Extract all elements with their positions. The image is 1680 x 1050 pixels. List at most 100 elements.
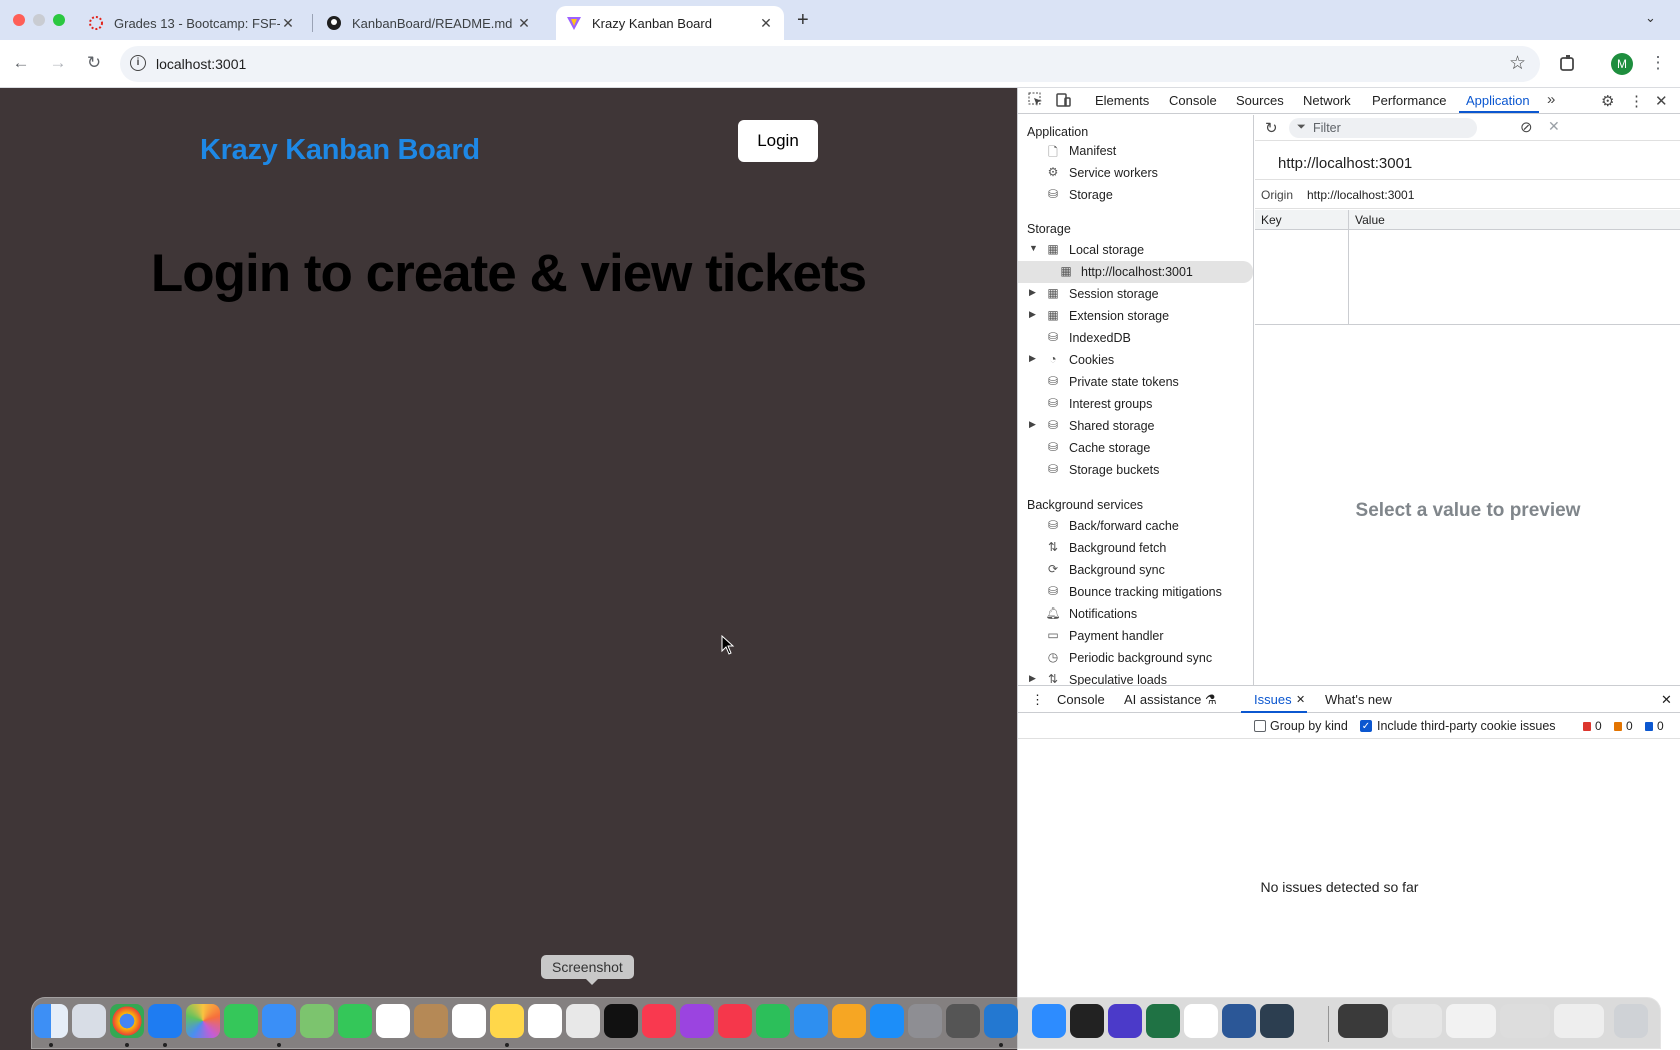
sidebar-item-speculative-loads[interactable]: ▶ ⇅ Speculative loads: [1018, 669, 1253, 685]
collapsed-arrow-icon[interactable]: ▶: [1029, 309, 1036, 320]
browser-tab-kanban[interactable]: Krazy Kanban Board ✕: [556, 6, 784, 40]
sidebar-item-background-fetch[interactable]: ⇅ Background fetch: [1018, 537, 1253, 559]
inspect-element-icon[interactable]: [1028, 92, 1043, 111]
delete-selected-icon[interactable]: ✕: [1548, 118, 1560, 135]
site-info-icon[interactable]: i: [130, 55, 146, 71]
info-count[interactable]: 0: [1645, 719, 1664, 733]
include-third-party-checkbox[interactable]: ✓: [1360, 720, 1372, 732]
tab-performance[interactable]: Performance: [1372, 93, 1446, 108]
close-devtools-icon[interactable]: ✕: [1655, 92, 1668, 110]
sidebar-item-service-workers[interactable]: ⚙ Service workers: [1018, 162, 1253, 184]
vscode-icon[interactable]: [984, 1004, 1018, 1038]
apple-tv-icon[interactable]: [604, 1004, 638, 1038]
obs-icon[interactable]: [1108, 1004, 1142, 1038]
clear-all-icon[interactable]: ⊘: [1520, 118, 1533, 136]
minimize-window-button[interactable]: [33, 14, 45, 26]
minimized-window-thumbnail[interactable]: [1392, 1004, 1442, 1038]
forward-arrow-icon[interactable]: →: [47, 52, 69, 74]
freeform-icon[interactable]: [528, 1004, 562, 1038]
messages-icon[interactable]: [224, 1004, 258, 1038]
drawer-menu-icon[interactable]: ⋮: [1031, 692, 1044, 708]
device-toolbar-icon[interactable]: [1056, 92, 1071, 111]
drawer-tab-issues[interactable]: Issues: [1254, 692, 1292, 707]
sidebar-item-indexeddb[interactable]: ⛁ IndexedDB: [1018, 327, 1253, 349]
more-tabs-icon[interactable]: »: [1547, 91, 1555, 108]
column-header-key[interactable]: Key: [1261, 213, 1282, 227]
collapsed-arrow-icon[interactable]: ▶: [1029, 419, 1036, 430]
sidebar-item-payment-handler[interactable]: ▭ Payment handler: [1018, 625, 1253, 647]
notes-icon[interactable]: [490, 1004, 524, 1038]
sidebar-item-private-state-tokens[interactable]: ⛁ Private state tokens: [1018, 371, 1253, 393]
sidebar-item-localhost-origin[interactable]: ▦ http://localhost:3001: [1018, 261, 1253, 283]
include-third-party-label[interactable]: Include third-party cookie issues: [1377, 719, 1556, 733]
sidebar-item-extension-storage[interactable]: ▶ ▦ Extension storage: [1018, 305, 1253, 327]
minimized-window-thumbnail[interactable]: [1446, 1004, 1496, 1038]
quicktime-icon[interactable]: [1260, 1004, 1294, 1038]
finder-icon[interactable]: [34, 1004, 68, 1038]
system-settings-icon[interactable]: [908, 1004, 942, 1038]
browser-menu-icon[interactable]: ⋮: [1647, 52, 1669, 74]
close-tab-icon[interactable]: ✕: [758, 15, 774, 32]
word-icon[interactable]: [1222, 1004, 1256, 1038]
refresh-icon[interactable]: ↻: [1265, 119, 1278, 137]
podcasts-icon[interactable]: [680, 1004, 714, 1038]
minimized-window-thumbnail[interactable]: [1500, 1004, 1550, 1038]
excel-icon[interactable]: [1146, 1004, 1180, 1038]
url-text[interactable]: localhost:3001: [156, 56, 246, 72]
close-tab-icon[interactable]: ✕: [516, 15, 532, 32]
sidebar-item-back-forward-cache[interactable]: ⛁ Back/forward cache: [1018, 515, 1253, 537]
sidebar-item-periodic-background-sync[interactable]: ◷ Periodic background sync: [1018, 647, 1253, 669]
maximize-window-button[interactable]: [53, 14, 65, 26]
group-by-kind-label[interactable]: Group by kind: [1270, 719, 1348, 733]
zoom-icon[interactable]: [1032, 1004, 1066, 1038]
tab-application[interactable]: Application: [1466, 93, 1530, 108]
keynote-icon[interactable]: [794, 1004, 828, 1038]
devtools-menu-icon[interactable]: ⋮: [1629, 92, 1644, 110]
close-drawer-icon[interactable]: ✕: [1661, 692, 1672, 708]
app-store-icon[interactable]: [870, 1004, 904, 1038]
expanded-arrow-icon[interactable]: ▼: [1029, 243, 1038, 253]
sidebar-item-cookies[interactable]: ▶ ◔ Cookies: [1018, 349, 1253, 371]
tab-sources[interactable]: Sources: [1236, 93, 1284, 108]
pages-icon[interactable]: [832, 1004, 866, 1038]
filter-input[interactable]: ⏷ Filter: [1289, 118, 1477, 138]
sidebar-item-session-storage[interactable]: ▶ ▦ Session storage: [1018, 283, 1253, 305]
numbers-icon[interactable]: [756, 1004, 790, 1038]
reminders-icon[interactable]: [452, 1004, 486, 1038]
collapsed-arrow-icon[interactable]: ▶: [1029, 287, 1036, 298]
tab-search-chevron-icon[interactable]: ⌄: [1645, 10, 1656, 26]
browser-tab-grades[interactable]: Grades 13 - Bootcamp: FSF-F ✕: [78, 6, 306, 40]
sidebar-item-manifest[interactable]: 🗋 Manifest: [1018, 140, 1253, 162]
close-tab-icon[interactable]: ✕: [280, 15, 296, 32]
collapsed-arrow-icon[interactable]: ▶: [1029, 353, 1036, 364]
new-tab-button[interactable]: +: [797, 9, 809, 32]
bookmark-star-icon[interactable]: ☆: [1509, 52, 1526, 75]
minimized-window-thumbnail[interactable]: [1554, 1004, 1604, 1038]
music-icon[interactable]: [642, 1004, 676, 1038]
safari-icon[interactable]: [148, 1004, 182, 1038]
trash-icon[interactable]: [1614, 1004, 1648, 1038]
column-header-value[interactable]: Value: [1355, 213, 1385, 227]
tab-console[interactable]: Console: [1169, 93, 1217, 108]
news-icon[interactable]: [718, 1004, 752, 1038]
browser-tab-github[interactable]: KanbanBoard/README.md at ✕: [316, 6, 542, 40]
tab-network[interactable]: Network: [1303, 93, 1351, 108]
sidebar-item-background-sync[interactable]: ⟳ Background sync: [1018, 559, 1253, 581]
error-count[interactable]: 0: [1583, 719, 1602, 733]
minimized-window-thumbnail[interactable]: [1338, 1004, 1388, 1038]
chrome-icon[interactable]: [110, 1004, 144, 1038]
drawer-tab-ai-assistance[interactable]: AI assistance: [1124, 692, 1201, 707]
key-value-table[interactable]: Key Value: [1255, 210, 1680, 325]
profile-avatar[interactable]: M: [1611, 53, 1633, 75]
sidebar-item-interest-groups[interactable]: ⛁ Interest groups: [1018, 393, 1253, 415]
drawer-tab-whats-new[interactable]: What's new: [1325, 692, 1392, 707]
tab-elements[interactable]: Elements: [1095, 93, 1149, 108]
calendar-icon[interactable]: [376, 1004, 410, 1038]
facetime-icon[interactable]: [338, 1004, 372, 1038]
sidebar-item-notifications[interactable]: 🔔︎ Notifications: [1018, 603, 1253, 625]
maps-icon[interactable]: [300, 1004, 334, 1038]
back-arrow-icon[interactable]: ←: [10, 52, 32, 74]
login-button[interactable]: Login: [738, 120, 818, 162]
sidebar-item-local-storage[interactable]: ▼ ▦ Local storage: [1018, 239, 1253, 261]
extensions-puzzle-icon[interactable]: [1557, 52, 1579, 74]
